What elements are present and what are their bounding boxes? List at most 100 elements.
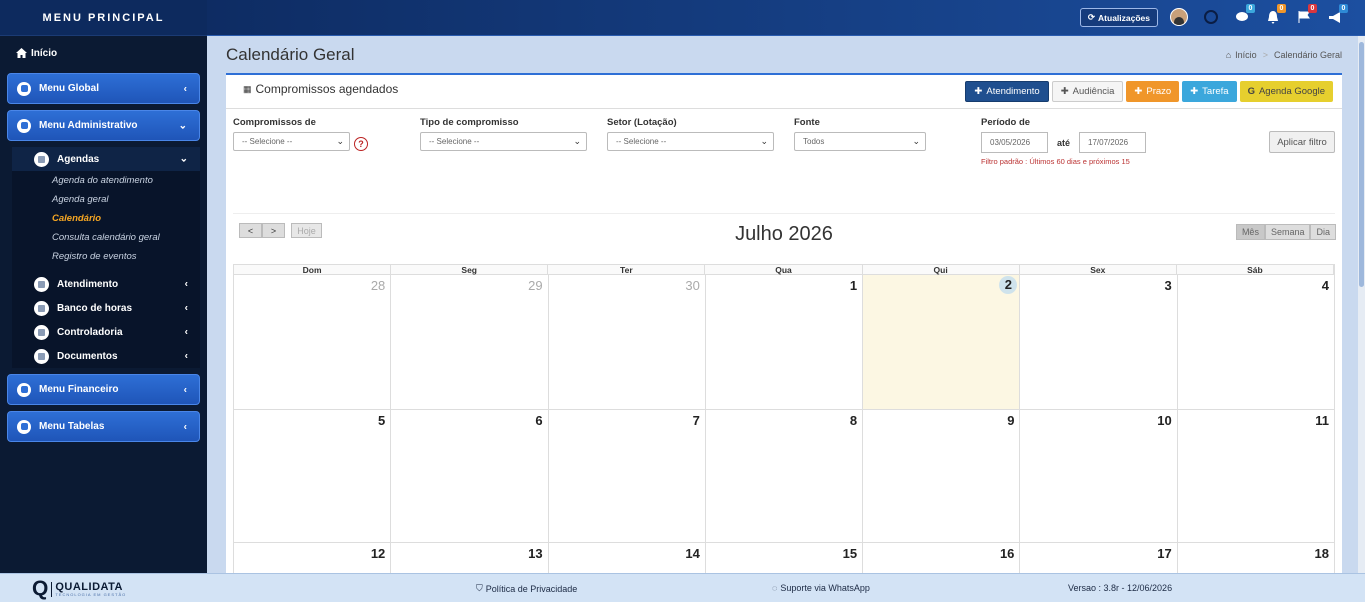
view-month-button[interactable]: Mês <box>1235 224 1265 240</box>
day-number[interactable]: 5 <box>378 413 385 428</box>
megaphone-icon[interactable]: 0 <box>1327 4 1348 25</box>
compromissos-select[interactable]: -- Selecione -- ⌄ <box>233 132 350 151</box>
day-number[interactable]: 11 <box>1315 413 1329 428</box>
sidebar-item-banco-horas[interactable]: Banco de horas ‹ <box>12 296 200 320</box>
apply-filter-button[interactable]: Aplicar filtro <box>1269 131 1335 153</box>
link-consulta-calendario[interactable]: Consulta calendário geral <box>12 228 200 247</box>
calendar-day-cell[interactable]: 3 <box>1020 275 1178 410</box>
date-to-input[interactable]: 17/07/2026 <box>1079 132 1147 153</box>
day-number[interactable]: 17 <box>1157 546 1171 561</box>
calendar-day-cell[interactable]: 5 <box>234 410 392 543</box>
tipo-select[interactable]: -- Selecione -- ⌄ <box>420 132 587 151</box>
bell-icon[interactable]: 0 <box>1265 4 1286 25</box>
help-icon[interactable]: ? <box>354 137 368 151</box>
admin-submenu: Agendas ⌄ Agenda do atendimento Agenda g… <box>12 147 200 368</box>
day-number[interactable]: 4 <box>1322 278 1329 293</box>
chevron-left-icon: ‹ <box>184 302 188 314</box>
breadcrumb-home[interactable]: Início <box>1235 50 1257 60</box>
fonte-select[interactable]: Todos ⌄ <box>794 132 926 151</box>
calendar-day-cell[interactable]: 7 <box>548 410 706 543</box>
day-number[interactable]: 13 <box>528 546 542 561</box>
day-number[interactable]: 2 <box>999 276 1018 294</box>
filter-periodo: Período de 03/05/2026 até 17/07/2026 Fil… <box>981 117 1147 166</box>
prev-month-button[interactable]: < <box>239 223 262 238</box>
day-number[interactable]: 12 <box>371 546 385 561</box>
date-from-input[interactable]: 03/05/2026 <box>981 132 1048 153</box>
link-registro-eventos[interactable]: Registro de eventos <box>12 247 200 266</box>
updates-button[interactable]: ⟳ Atualizações <box>1079 8 1158 27</box>
view-day-button[interactable]: Dia <box>1310 224 1336 240</box>
day-number[interactable]: 7 <box>693 413 700 428</box>
menu-global-label: Menu Global <box>39 83 99 94</box>
sidebar-item-controladoria[interactable]: Controladoria ‹ <box>12 320 200 344</box>
day-number[interactable]: 30 <box>685 278 699 293</box>
whatsapp-support-link[interactable]: ◌ Suporte via WhatsApp <box>772 583 870 593</box>
home-label: Início <box>31 47 58 59</box>
menu-tabelas-button[interactable]: Menu Tabelas ‹ <box>7 411 200 442</box>
calendar-icon: ▦ <box>243 83 252 94</box>
calendar-day-cell[interactable]: 10 <box>1020 410 1178 543</box>
avatar[interactable] <box>1170 8 1188 26</box>
compromissos-select-value: -- Selecione -- <box>242 137 293 146</box>
sidebar-item-atendimento[interactable]: Atendimento ‹ <box>12 272 200 296</box>
sidebar-item-documentos[interactable]: Documentos ‹ <box>12 344 200 368</box>
view-week-button[interactable]: Semana <box>1264 224 1311 240</box>
calendar-grid: Dom Seg Ter Qua Qui Sex Sáb 28 29 30 1 2 3 4 5 6… <box>233 264 1335 601</box>
day-number[interactable]: 28 <box>371 278 385 293</box>
view-switcher: Mês Semana Dia <box>1235 224 1336 240</box>
menu-global-button[interactable]: Menu Global ‹ <box>7 73 200 104</box>
page-scrollbar[interactable] <box>1358 36 1365 573</box>
calendar-day-cell[interactable]: 2 <box>863 275 1021 410</box>
flag-icon[interactable]: 0 <box>1296 4 1317 25</box>
setor-select[interactable]: -- Selecione -- ⌄ <box>607 132 774 151</box>
version-text: Versao : 3.8r - 12/06/2026 <box>1068 583 1173 593</box>
next-month-button[interactable]: > <box>262 223 285 238</box>
prazo-button[interactable]: ✚ Prazo <box>1126 81 1180 102</box>
day-number[interactable]: 16 <box>1000 546 1014 561</box>
footer: Q QUALIDATA TECNOLOGIA EM GESTÃO ⛉ Polít… <box>0 573 1365 602</box>
calendar-day-cell[interactable]: 29 <box>391 275 549 410</box>
day-number[interactable]: 15 <box>843 546 857 561</box>
calendar-day-cell[interactable]: 9 <box>863 410 1021 543</box>
day-number[interactable]: 8 <box>850 413 857 428</box>
day-number[interactable]: 3 <box>1164 278 1171 293</box>
link-agenda-atendimento[interactable]: Agenda do atendimento <box>12 171 200 190</box>
agenda-google-button[interactable]: G Agenda Google <box>1239 81 1333 102</box>
flags-badge: 0 <box>1308 4 1317 13</box>
calendar-day-cell[interactable]: 4 <box>1177 275 1335 410</box>
chevron-down-icon: ⌄ <box>760 136 768 146</box>
atendimento-button[interactable]: ✚ Atendimento <box>965 81 1049 102</box>
day-number[interactable]: 1 <box>850 278 857 293</box>
day-number[interactable]: 9 <box>1007 413 1014 428</box>
today-button[interactable]: Hoje <box>291 223 322 238</box>
logo-text: QUALIDATA <box>55 580 123 593</box>
tarefa-button[interactable]: ✚ Tarefa <box>1182 81 1237 102</box>
day-number[interactable]: 6 <box>535 413 542 428</box>
calendar-day-cell[interactable]: 6 <box>391 410 549 543</box>
sidebar-home-link[interactable]: Início <box>0 38 207 68</box>
weekday-label: Sáb <box>1177 265 1334 275</box>
day-number[interactable]: 14 <box>685 546 699 561</box>
filter-compromissos: Compromissos de -- Selecione -- ⌄ ? <box>233 117 368 151</box>
calendar-day-cell[interactable]: 8 <box>705 410 864 543</box>
day-number[interactable]: 10 <box>1157 413 1171 428</box>
plus-icon: ✚ <box>1060 86 1069 97</box>
sidebar-item-agendas[interactable]: Agendas ⌄ <box>12 147 200 171</box>
calendar-day-cell[interactable]: 1 <box>705 275 864 410</box>
audiencia-button[interactable]: ✚ Audiência <box>1051 81 1124 102</box>
chat-icon[interactable]: 0 <box>1234 4 1255 25</box>
menu-administrativo-button[interactable]: Menu Administrativo ⌄ <box>7 110 200 141</box>
menu-financeiro-button[interactable]: Menu Financeiro ‹ <box>7 374 200 405</box>
weekday-label: Qua <box>705 265 863 275</box>
calendar-day-cell[interactable]: 30 <box>548 275 706 410</box>
clock-icon[interactable] <box>1203 9 1219 25</box>
calendar-icon <box>34 151 49 167</box>
calendar-day-cell[interactable]: 11 <box>1177 410 1335 543</box>
link-agenda-geral[interactable]: Agenda geral <box>12 190 200 209</box>
calendar-day-cell[interactable]: 28 <box>234 275 392 410</box>
day-number[interactable]: 29 <box>528 278 542 293</box>
day-number[interactable]: 18 <box>1315 546 1329 561</box>
divider <box>233 213 1335 214</box>
link-calendario[interactable]: Calendário <box>12 209 200 228</box>
privacy-link[interactable]: ⛉ Política de Privacidade <box>476 583 577 594</box>
